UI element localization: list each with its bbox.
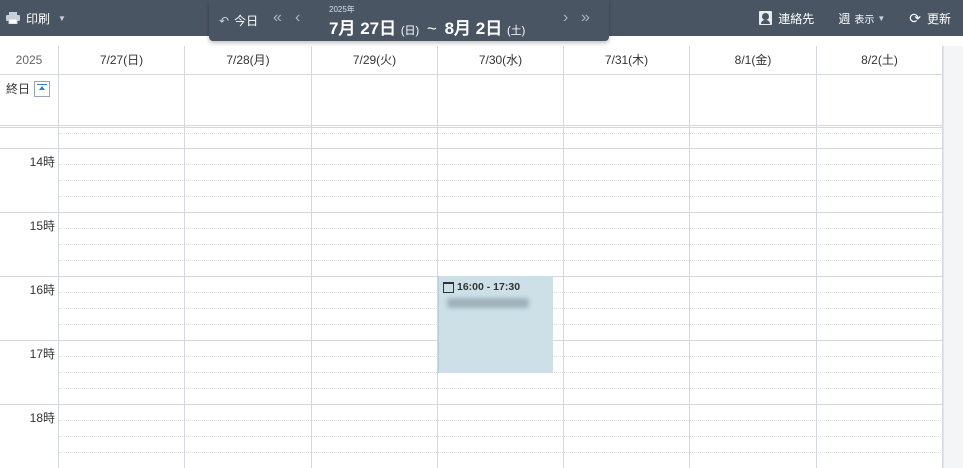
next-month-icon[interactable]: » — [581, 9, 590, 27]
allday-divider — [0, 125, 943, 126]
calendar-year: 2025 — [15, 53, 43, 67]
column-divider — [689, 46, 690, 468]
refresh-button[interactable]: ⟳ 更新 — [909, 10, 951, 27]
day-header-1[interactable]: 7/27(日) — [59, 46, 184, 74]
hour-line — [0, 212, 943, 213]
print-menu[interactable]: 印刷 ▼ — [6, 0, 66, 36]
date-range: 7月 27日 (日) ~ 8月 2日 (土) — [329, 14, 525, 39]
hour-label-18: 18時 — [29, 411, 55, 425]
end-month: 8月 — [444, 19, 472, 38]
view-sub-label: 表示 — [854, 14, 875, 26]
chevron-down-icon: ▼ — [58, 13, 66, 23]
quarter-line — [59, 164, 943, 165]
contacts-button[interactable]: 連絡先 — [759, 10, 814, 27]
day-header-3[interactable]: 7/29(火) — [312, 46, 437, 74]
half-hour-line — [59, 244, 943, 245]
quarter-line — [59, 260, 943, 261]
prev-week-icon[interactable]: ‹ — [295, 9, 300, 27]
prev-month-icon[interactable]: « — [273, 9, 282, 27]
hour-line — [0, 148, 943, 149]
start-day: 27日 — [360, 19, 397, 38]
calendar-event[interactable]: 16:00 - 17:30 — [438, 276, 553, 373]
quarter-line — [59, 133, 943, 134]
quarter-line — [59, 452, 943, 453]
day-header-4[interactable]: 7/30(水) — [438, 46, 563, 74]
column-divider — [816, 46, 817, 468]
allday-divider — [0, 127, 943, 128]
column-divider — [311, 46, 312, 468]
contacts-label: 連絡先 — [778, 11, 815, 26]
quarter-line — [59, 388, 943, 389]
column-divider — [58, 46, 59, 468]
contact-icon — [759, 11, 773, 25]
event-time-label: 16:00 - 17:30 — [457, 281, 521, 293]
half-hour-line — [59, 436, 943, 437]
calendar-icon — [443, 281, 454, 293]
end-day: 2日 — [475, 19, 503, 38]
vertical-scrollbar[interactable] — [943, 46, 963, 468]
quarter-line — [59, 196, 943, 197]
refresh-icon: ⟳ — [909, 9, 921, 26]
view-selector[interactable]: 週 表示 ▼ — [838, 10, 885, 27]
header-divider — [0, 74, 943, 75]
quarter-line — [59, 420, 943, 421]
undo-icon: ↶ — [219, 13, 230, 28]
day-header-7[interactable]: 8/2(土) — [817, 46, 942, 74]
range-tilde: ~ — [426, 19, 437, 38]
day-header-2[interactable]: 7/28(月) — [185, 46, 311, 74]
allday-label: 終日 — [6, 82, 31, 96]
start-dow: (日) — [400, 25, 420, 37]
date-navigator: ↶ 今日 « ‹ 2025年 7月 27日 (日) ~ 8月 2日 (土) › … — [209, 0, 609, 41]
start-month: 7月 — [329, 19, 356, 38]
column-divider — [563, 46, 564, 468]
column-divider — [184, 46, 185, 468]
hour-line — [0, 404, 943, 405]
hour-label-14: 14時 — [29, 155, 55, 169]
chevron-down-icon: ▼ — [877, 13, 886, 23]
day-header-5[interactable]: 7/31(木) — [564, 46, 689, 74]
week-calendar: 2025 7/27(日) 7/28(月) 7/29(火) 7/30(水) 7/3… — [0, 46, 963, 468]
event-time: 16:00 - 17:30 — [443, 281, 520, 293]
hour-label-15: 15時 — [29, 219, 55, 233]
refresh-label: 更新 — [926, 11, 951, 26]
column-divider — [437, 46, 438, 468]
hour-label-17: 17時 — [29, 347, 55, 361]
print-label: 印刷 — [26, 11, 51, 26]
half-hour-line — [59, 180, 943, 181]
allday-row-label: 終日 — [6, 80, 51, 97]
today-label: 今日 — [234, 14, 259, 28]
print-icon — [6, 12, 20, 24]
event-title-redacted — [447, 298, 529, 308]
today-button[interactable]: ↶ 今日 — [219, 12, 258, 29]
day-header-6[interactable]: 8/1(金) — [690, 46, 816, 74]
end-dow: (土) — [507, 25, 526, 37]
hour-label-16: 16時 — [29, 283, 55, 297]
view-label: 週 — [838, 11, 851, 26]
collapse-allday-icon[interactable] — [34, 80, 51, 97]
quarter-line — [59, 228, 943, 229]
next-week-icon[interactable]: › — [563, 9, 568, 27]
